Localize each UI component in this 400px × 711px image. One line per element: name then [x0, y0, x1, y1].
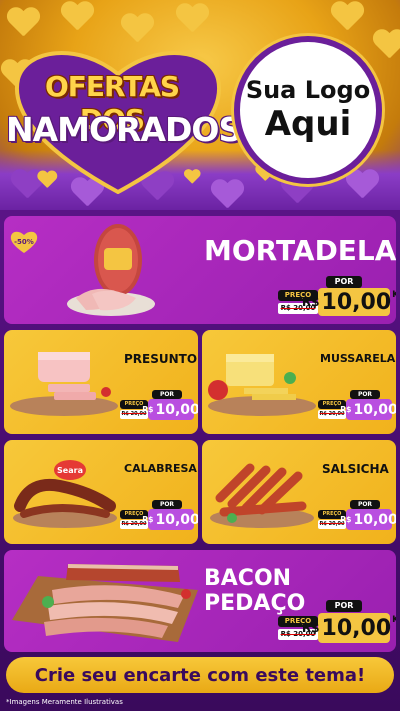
heart-icon — [330, 2, 364, 32]
heart-icon — [175, 4, 209, 34]
discount-text: -50% — [14, 238, 34, 246]
por-label: POR — [326, 600, 362, 612]
new-price: R$ 10,00 — [340, 399, 396, 420]
new-price: R$ 10,00 — [142, 399, 198, 420]
seara-logo: Seara — [57, 466, 83, 475]
new-price: R$ 10,00 — [340, 509, 396, 530]
new-price: R$10,00KG — [302, 613, 396, 643]
mortadela-image — [67, 224, 155, 316]
calabresa-image: Seara — [13, 460, 117, 528]
heart-icon — [120, 14, 154, 44]
disclaimer: *Imagens Meramente Ilustrativas — [6, 698, 123, 706]
product-name: SALSICHA — [322, 462, 389, 476]
discount-badge: -50% — [10, 231, 38, 253]
product-name: MUSSARELA — [320, 352, 396, 365]
por-label: POR — [152, 390, 182, 399]
salsicha-image — [210, 463, 314, 528]
product-card-bacon[interactable]: BACON PEDAÇO POR PREÇO R$ 20,00 R$ 10,00 K… — [4, 550, 396, 652]
product-name: PRESUNTO — [124, 352, 198, 366]
product-card-mortadela[interactable]: MORTADELA POR PREÇO R$ 20,00 R$10,00KG — [4, 216, 396, 324]
title-line2: NAMORADOS — [6, 110, 242, 149]
por-label: POR — [326, 276, 362, 288]
header: OFERTAS DOS NAMORADOS Sua Logo Aqui — [0, 0, 400, 210]
bacon-image — [12, 564, 198, 642]
heart-icon — [60, 2, 94, 32]
logo-placeholder: Sua Logo Aqui — [234, 36, 382, 184]
product-card-mussarela[interactable]: MUSSARELA POR PREÇO R$ 20,00 R$ 10,00 — [202, 330, 396, 434]
heart-icon — [345, 170, 379, 200]
heart-icon — [6, 8, 40, 38]
product-name: MORTADELA — [204, 234, 396, 267]
new-price: R$10,00KG — [301, 288, 396, 316]
mussarela-image — [208, 354, 316, 416]
logo-line2: Aqui — [264, 104, 352, 144]
por-label: POR — [152, 500, 182, 509]
por-label: POR — [350, 390, 380, 399]
heart-icon — [372, 30, 400, 60]
logo-line1: Sua Logo — [245, 76, 371, 104]
product-card-calabresa[interactable]: Seara CALABRESA POR PREÇO R$ 20,00 R$ 10,… — [4, 440, 198, 544]
product-name: BACON PEDAÇO — [204, 566, 306, 616]
product-name: CALABRESA — [124, 462, 197, 475]
por-label: POR — [350, 500, 380, 509]
product-card-presunto[interactable]: PRESUNTO POR PREÇO R$ 20,00 R$ 10,00 — [4, 330, 198, 434]
product-card-salsicha[interactable]: SALSICHA POR PREÇO R$ 20,00 R$ 10,00 — [202, 440, 396, 544]
presunto-image — [10, 352, 118, 416]
new-price: R$ 10,00 — [142, 509, 198, 530]
cta-banner[interactable]: Crie seu encarte com este tema! — [6, 657, 394, 693]
